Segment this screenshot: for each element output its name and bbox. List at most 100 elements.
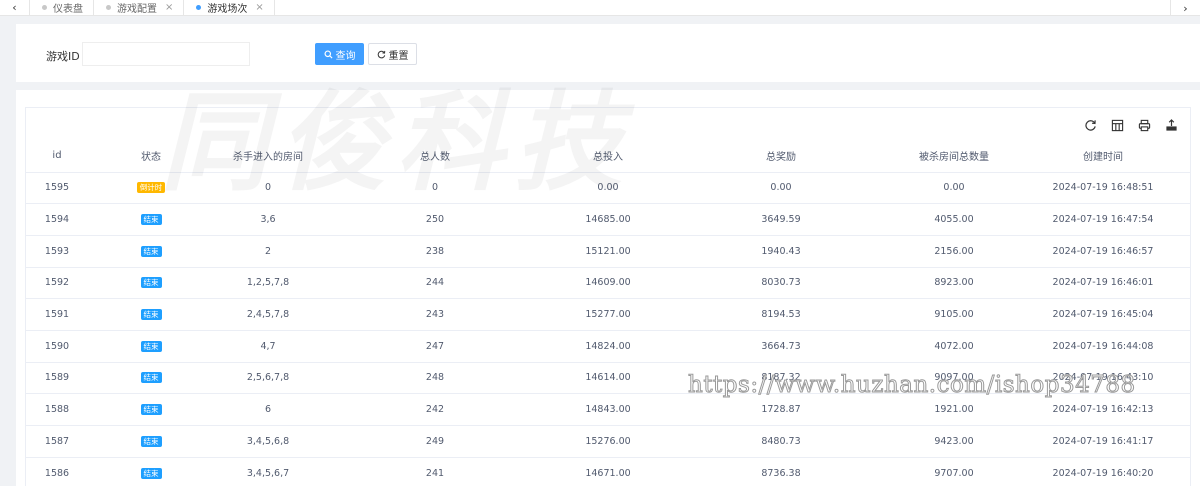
- tab-close-icon[interactable]: ×: [165, 2, 173, 13]
- cell-killed-total: 0.00: [894, 172, 1014, 205]
- cell-total-reward: 0.00: [668, 172, 894, 205]
- cell-id: 1589: [26, 362, 88, 395]
- cell-killed-total: 9097.00: [894, 362, 1014, 395]
- cell-killer-rooms: 3,6: [214, 203, 322, 236]
- cell-status: 结束: [88, 393, 214, 426]
- cell-total-players: 243: [322, 298, 548, 331]
- game-id-input[interactable]: [82, 42, 250, 66]
- tab-dot-icon: [196, 5, 202, 10]
- tab-dashboard[interactable]: 仪表盘: [30, 0, 94, 16]
- cell-id: 1593: [26, 235, 88, 268]
- tab-label: 游戏场次: [207, 4, 248, 15]
- tab-game-config[interactable]: 游戏配置 ×: [94, 0, 185, 16]
- status-badge: 结束: [140, 245, 162, 257]
- cell-total-players: 250: [322, 203, 548, 236]
- columns-icon[interactable]: [1110, 118, 1124, 132]
- status-badge: 结束: [140, 309, 162, 321]
- tab-scroll-right-icon[interactable]: ›: [1170, 0, 1200, 16]
- cell-total-players: 0: [322, 172, 548, 205]
- cell-total-players: 244: [322, 267, 548, 300]
- status-badge: 结束: [140, 340, 162, 352]
- cell-total-invest: 14609.00: [548, 267, 668, 300]
- cell-total-invest: 14843.00: [548, 393, 668, 426]
- table-row[interactable]: 1590 结束 4,7 247 14824.00 3664.73 4072.00 2024-0…: [26, 330, 1190, 363]
- cell-total-reward: 3664.73: [668, 330, 894, 363]
- cell-total-players: 238: [322, 235, 548, 268]
- cell-total-invest: 0.00: [548, 172, 668, 205]
- table-row[interactable]: 1595 倒计时 0 0 0.00 0.00 0.00 2024-07-19 16:48:51: [26, 172, 1190, 205]
- cell-killed-total: 4072.00: [894, 330, 1014, 363]
- print-icon[interactable]: [1137, 118, 1151, 132]
- cell-killer-rooms: 2,4,5,7,8: [214, 298, 322, 331]
- refresh-icon[interactable]: [1083, 118, 1097, 132]
- table-row[interactable]: 1594 结束 3,6 250 14685.00 3649.59 4055.00 2024-0…: [26, 203, 1190, 236]
- table-row[interactable]: 1588 结束 6 242 14843.00 1728.87 1921.00 2024-07-…: [26, 393, 1190, 426]
- column-header[interactable]: 总人数: [322, 140, 548, 173]
- cell-total-invest: 14614.00: [548, 362, 668, 395]
- cell-status: 结束: [88, 425, 214, 458]
- cell-id: 1587: [26, 425, 88, 458]
- table-row[interactable]: 1586 结束 3,4,5,6,7 241 14671.00 8736.38 9707.00…: [26, 457, 1190, 486]
- table-row[interactable]: 1592 结束 1,2,5,7,8 244 14609.00 8030.73 8923.00…: [26, 267, 1190, 300]
- column-header[interactable]: 状态: [88, 140, 214, 173]
- tab-game-rounds[interactable]: 游戏场次 ×: [184, 0, 275, 16]
- reset-button[interactable]: 重置: [368, 43, 417, 65]
- cell-status: 结束: [88, 330, 214, 363]
- status-badge: 结束: [140, 277, 162, 289]
- table-panel: id 状态 杀手进入的房间 总人数 总投入 总奖励 被杀房间总数量 创建时间 1595 倒计时 0…: [16, 90, 1200, 486]
- cell-killer-rooms: 1,2,5,7,8: [214, 267, 322, 300]
- column-header[interactable]: id: [26, 140, 88, 173]
- query-button-label: 查询: [335, 50, 356, 62]
- cell-created-time: 2024-07-19 16:46:57: [1014, 235, 1190, 268]
- tab-bar: ‹ 仪表盘 游戏配置 × 游戏场次 × ›: [0, 0, 1200, 16]
- tab-label: 游戏配置: [117, 4, 157, 15]
- table-row[interactable]: 1587 结束 3,4,5,6,8 249 15276.00 8480.73 9423.00…: [26, 425, 1190, 458]
- cell-id: 1590: [26, 330, 88, 363]
- status-badge: 结束: [140, 214, 162, 226]
- column-header[interactable]: 被杀房间总数量: [894, 140, 1014, 173]
- cell-killed-total: 4055.00: [894, 203, 1014, 236]
- reset-icon: [377, 50, 385, 58]
- table-header-row: id 状态 杀手进入的房间 总人数 总投入 总奖励 被杀房间总数量 创建时间: [26, 140, 1190, 173]
- export-icon[interactable]: [1164, 118, 1178, 132]
- tab-dot-icon: [106, 5, 111, 10]
- cell-status: 结束: [88, 235, 214, 268]
- column-header[interactable]: 创建时间: [1014, 140, 1190, 173]
- cell-total-reward: 1728.87: [668, 393, 894, 426]
- query-button[interactable]: 查询: [315, 43, 364, 65]
- status-badge: 倒计时: [136, 182, 166, 194]
- tab-dot-icon: [42, 5, 47, 10]
- table-row[interactable]: 1591 结束 2,4,5,7,8 243 15277.00 8194.53 9105.00…: [26, 298, 1190, 331]
- cell-id: 1594: [26, 203, 88, 236]
- table-row[interactable]: 1589 结束 2,5,6,7,8 248 14614.00 8187.32 9097.00…: [26, 362, 1190, 395]
- cell-status: 结束: [88, 362, 214, 395]
- cell-total-reward: 8030.73: [668, 267, 894, 300]
- cell-id: 1588: [26, 393, 88, 426]
- cell-killer-rooms: 2,5,6,7,8: [214, 362, 322, 395]
- column-header[interactable]: 总奖励: [668, 140, 894, 173]
- cell-total-invest: 15276.00: [548, 425, 668, 458]
- cell-total-reward: 8736.38: [668, 457, 894, 486]
- cell-created-time: 2024-07-19 16:41:17: [1014, 425, 1190, 458]
- cell-total-invest: 15121.00: [548, 235, 668, 268]
- column-header[interactable]: 杀手进入的房间: [214, 140, 322, 173]
- table-row[interactable]: 1593 结束 2 238 15121.00 1940.43 2156.00 2024-07-…: [26, 235, 1190, 268]
- tab-close-icon[interactable]: ×: [255, 2, 263, 13]
- cell-killer-rooms: 6: [214, 393, 322, 426]
- tab-scroll-left-icon[interactable]: ‹: [0, 0, 30, 16]
- cell-created-time: 2024-07-19 16:46:01: [1014, 267, 1190, 300]
- cell-killed-total: 8923.00: [894, 267, 1014, 300]
- cell-total-reward: 1940.43: [668, 235, 894, 268]
- cell-id: 1591: [26, 298, 88, 331]
- status-badge: 结束: [140, 467, 162, 479]
- cell-killed-total: 1921.00: [894, 393, 1014, 426]
- search-icon: [323, 49, 333, 59]
- data-table-container: id 状态 杀手进入的房间 总人数 总投入 总奖励 被杀房间总数量 创建时间 1595 倒计时 0…: [25, 107, 1191, 486]
- column-header[interactable]: 总投入: [548, 140, 668, 173]
- cell-status: 结束: [88, 298, 214, 331]
- search-panel: 游戏ID 查询 重置: [16, 24, 1200, 82]
- status-badge: 结束: [140, 372, 162, 384]
- cell-status: 结束: [88, 457, 214, 486]
- cell-created-time: 2024-07-19 16:48:51: [1014, 172, 1190, 205]
- cell-total-players: 241: [322, 457, 548, 486]
